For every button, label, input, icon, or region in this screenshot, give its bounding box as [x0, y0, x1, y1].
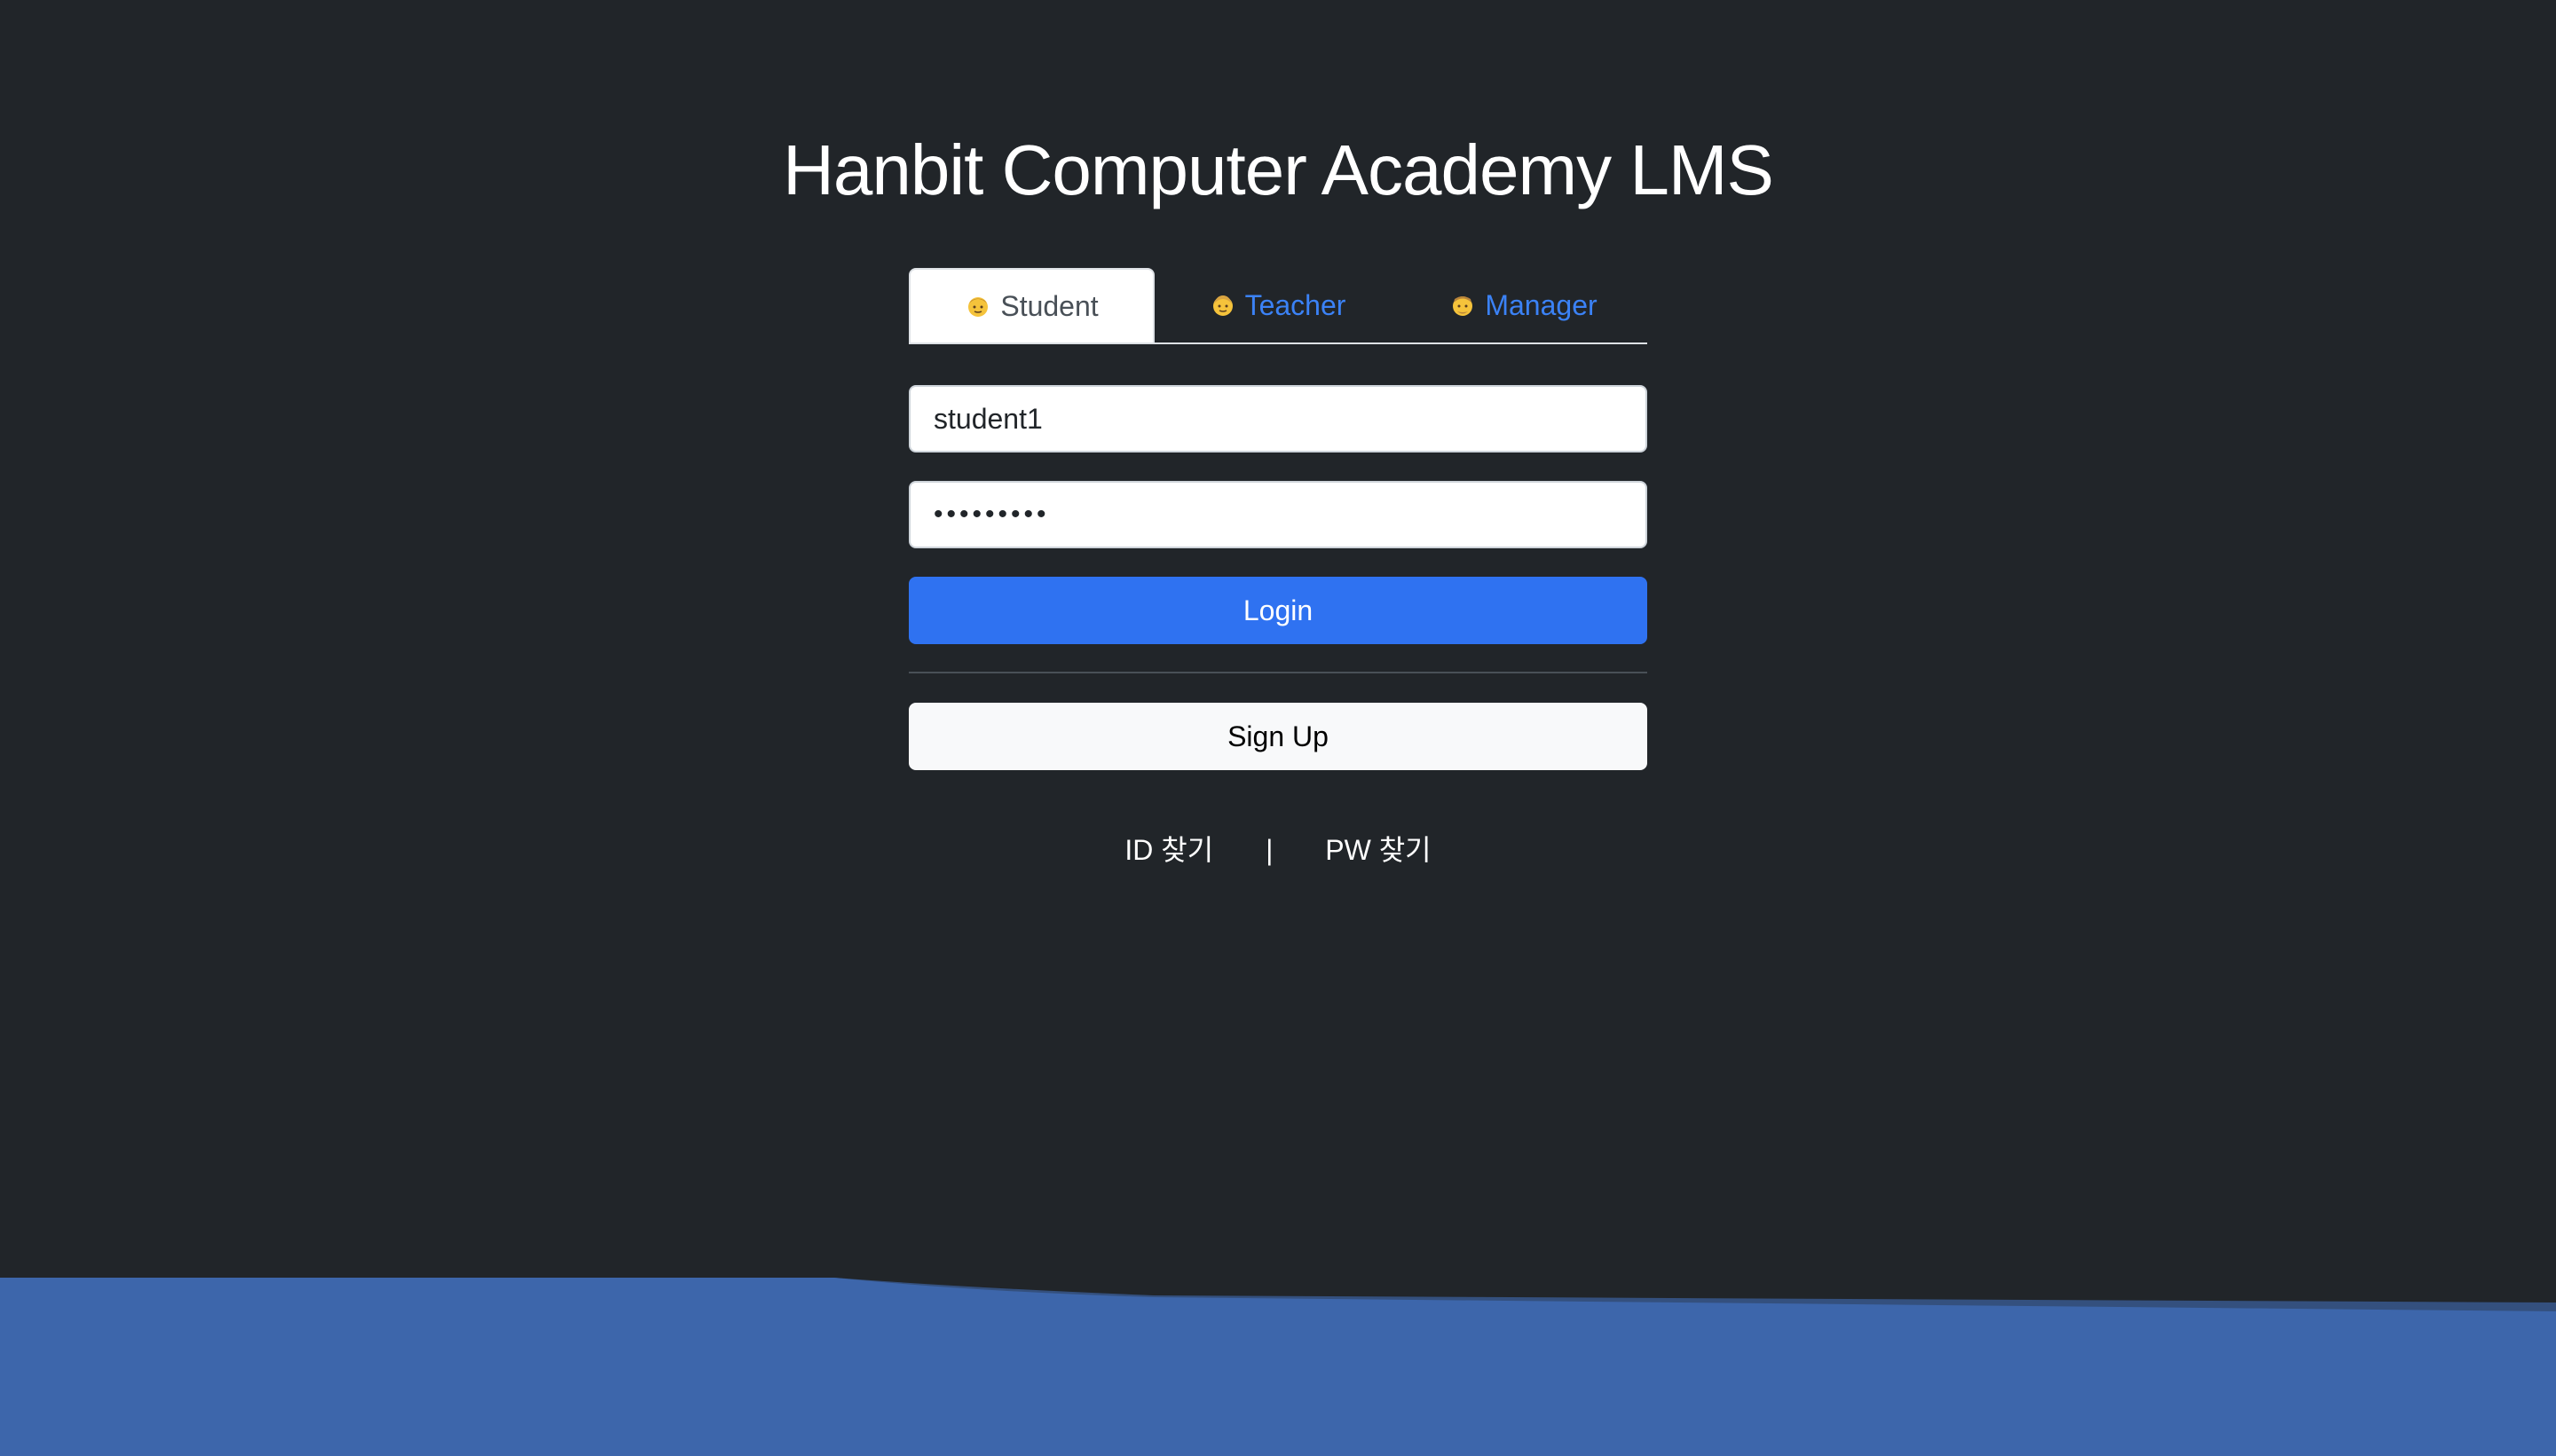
- manager-face-icon: [1453, 296, 1473, 316]
- find-id-link[interactable]: ID 찾기: [1124, 834, 1213, 866]
- account-recovery-links: ID 찾기 | PW 찾기: [0, 832, 2556, 868]
- tab-teacher[interactable]: Teacher: [1155, 268, 1400, 342]
- links-separator: |: [1266, 834, 1274, 866]
- tab-manager-label: Manager: [1485, 288, 1598, 321]
- password-input[interactable]: [909, 481, 1647, 548]
- teacher-face-icon: [1212, 295, 1233, 316]
- username-input[interactable]: [909, 385, 1647, 453]
- tab-teacher-label: Teacher: [1244, 288, 1346, 321]
- role-tabs: Student Teacher Manager: [909, 268, 1647, 344]
- login-button[interactable]: Login: [909, 577, 1647, 644]
- signup-button[interactable]: Sign Up: [909, 703, 1647, 770]
- tab-manager[interactable]: Manager: [1400, 268, 1646, 342]
- tab-student[interactable]: Student: [909, 268, 1155, 342]
- footer-wave: [0, 1278, 2556, 1456]
- student-face-icon: [968, 297, 989, 317]
- tab-student-label: Student: [1000, 289, 1099, 322]
- form-divider: [909, 672, 1647, 673]
- login-page: Hanbit Computer Academy LMS Student Teac…: [0, 0, 2556, 1456]
- find-pw-link[interactable]: PW 찾기: [1325, 834, 1431, 866]
- page-title: Hanbit Computer Academy LMS: [783, 130, 1774, 209]
